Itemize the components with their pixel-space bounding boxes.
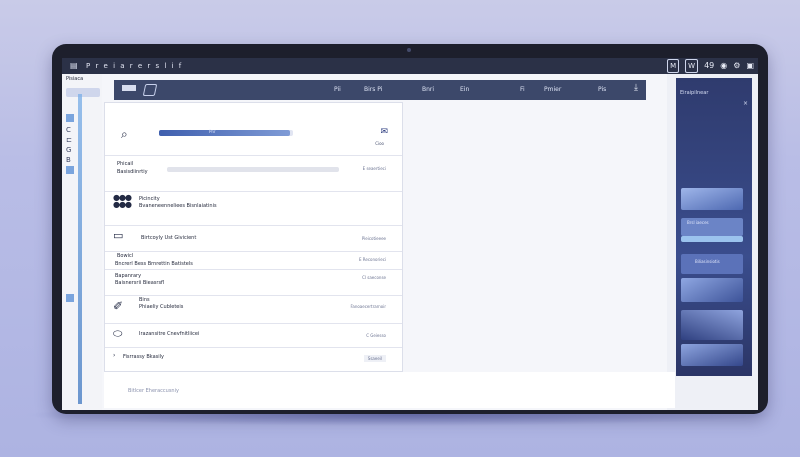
progress-label: Pnr [209, 129, 216, 134]
settings-icon[interactable]: ⚙ [733, 60, 740, 72]
settings-row[interactable]: ▭ Birtcoyly Ust Givicient Pieicotieeee [105, 225, 402, 252]
header-item[interactable]: Ein [460, 85, 469, 95]
preview-panel: Eiraipilnear × Brsl iaeces Biliasinsioti… [676, 78, 752, 376]
row-title: Bowicl [117, 253, 134, 259]
tag-icon: ⬭ [113, 327, 123, 340]
settings-row[interactable]: Phicail Basisdiinrtiy E seaertieci [105, 155, 402, 192]
header-item[interactable]: Pis [598, 85, 606, 95]
row-action[interactable]: E Reconorieci [359, 257, 386, 262]
row-title: Irazansitre Cnevfnitliicei [139, 331, 200, 337]
preview-level-label: Biliasinsiotis [695, 259, 720, 264]
header-item[interactable]: Pii [334, 85, 341, 95]
mail-icon[interactable]: M [667, 59, 680, 73]
footer-card: Bitlcer Eheraccusniy [104, 372, 675, 408]
header-item[interactable]: Birs Pi [364, 85, 382, 95]
user-icon[interactable]: ◉ [720, 60, 727, 72]
row-action[interactable]: Ssaeeil [363, 355, 386, 362]
row-action[interactable]: E seaertieci [363, 166, 386, 171]
grid-icon[interactable]: ▤ [70, 60, 78, 72]
row-title: Bins [139, 297, 150, 303]
preview-card[interactable]: Brsl iaeces [681, 218, 743, 236]
row-subtitle: Bvaneneenneliees Bisnlaiatinis [139, 203, 217, 209]
preview-image[interactable] [681, 278, 743, 302]
row-subtitle: Baisnersrii Bieasrsfl [115, 280, 165, 286]
rail-item[interactable]: B [66, 156, 71, 164]
header-tag[interactable] [122, 85, 136, 91]
pen-icon: ✐ [113, 299, 124, 313]
camera-dot [407, 48, 411, 52]
wifi-icon[interactable]: W [685, 59, 699, 73]
app-logo-icon[interactable] [142, 84, 158, 96]
row-action[interactable]: Pieicotieeee [362, 236, 386, 241]
rail-item[interactable]: ⊏ [66, 136, 72, 144]
rail-blue-marker[interactable] [66, 294, 74, 302]
download-icon[interactable]: ⤓ [634, 83, 638, 93]
search-icon[interactable]: ⌕ [121, 127, 128, 142]
battery-icon[interactable]: ▣ [746, 60, 754, 72]
row-title: Picincity [139, 196, 160, 202]
rail-accent-bar [78, 94, 82, 404]
rail-header: Pisiaca [66, 76, 84, 82]
chevron-right-icon: › [113, 352, 116, 359]
preview-progress [681, 236, 743, 242]
preview-image[interactable] [681, 344, 743, 366]
rail-item[interactable]: G [66, 146, 71, 154]
settings-row[interactable]: › Fisrrassy Bkasily Ssaeeil [105, 347, 402, 369]
os-title: P r e i a r e r s l i f [86, 62, 183, 70]
header-item[interactable]: Bnri [422, 85, 434, 95]
settings-row[interactable]: Bowicl Bncrerl Bess Brnrettin Batistels … [105, 251, 402, 270]
row-action[interactable]: Cl saeconse [362, 275, 386, 280]
rail-blue-marker[interactable] [66, 166, 74, 174]
rail-item[interactable]: C [66, 126, 71, 134]
preview-bar-label: Brsl iaeces [687, 220, 709, 225]
settings-row[interactable]: Bapanrary Baisnersrii Bieasrsfl Cl saeco… [105, 269, 402, 296]
row-title: Fisrrassy Bkasily [123, 354, 164, 360]
preview-header: Eiraipilnear [680, 90, 709, 96]
row-title: Phicail [117, 161, 134, 167]
preview-level-card[interactable]: Biliasinsiotis [681, 254, 743, 274]
header-item[interactable]: Pmier [544, 85, 561, 95]
top-action[interactable]: Cioo [375, 141, 384, 146]
app-rail: Pisiaca C ⊏ G B [62, 74, 103, 410]
preview-thumbnail[interactable] [681, 188, 743, 210]
row-title: Birtcoyly Ust Givicient [141, 235, 197, 241]
settings-panel: ⌕ Pnr ✉ Cioo Phicail Basisdiinrtiy E sea… [104, 102, 403, 372]
row-subtitle: Phiaeliy Cubleteis [139, 304, 184, 310]
preview-image[interactable] [681, 310, 743, 340]
settings-row[interactable]: ●●● ●●● Picincity Bvaneneenneliees Bisnl… [105, 191, 402, 226]
progress-bar: Pnr [159, 129, 293, 136]
row-subtitle: Bncrerl Bess Brnrettin Batistels [115, 261, 193, 267]
row-action[interactable]: C Geiesso [366, 333, 386, 338]
row-subtitle: Basisdiinrtiy [117, 169, 148, 175]
dots-icon: ●●● [113, 200, 132, 209]
os-status-area: M W 49 ◉ ⚙ ▣ [667, 59, 754, 73]
rail-tab[interactable] [66, 88, 100, 97]
toggle-track[interactable] [167, 167, 339, 172]
app-header: Pii Birs Pi Bnri Ein Fi Pmier Pis ⤓ [114, 80, 646, 100]
footer-text: Bitlcer Eheraccusniy [128, 388, 179, 394]
clock: 49 [704, 61, 715, 70]
settings-row[interactable]: ⬭ Irazansitre Cnevfnitliicei C Geiesso [105, 323, 402, 348]
header-item[interactable]: Fi [520, 85, 525, 95]
search-row: ⌕ Pnr ✉ Cioo [105, 103, 402, 156]
rail-blue-marker[interactable] [66, 114, 74, 122]
progress-fill [159, 130, 291, 136]
os-top-bar: ▤ P r e i a r e r s l i f M W 49 ◉ ⚙ ▣ [62, 58, 758, 74]
window-icon: ▭ [113, 229, 124, 242]
close-icon[interactable]: × [743, 100, 748, 107]
settings-row[interactable]: ✐ Bins Phiaeliy Cubleteis Fanoaecertrarn… [105, 295, 402, 324]
row-action[interactable]: Fanoaecertrarnoir [350, 304, 386, 309]
row-title: Bapanrary [115, 273, 142, 279]
chat-bubble-icon[interactable]: ✉ [380, 127, 388, 137]
